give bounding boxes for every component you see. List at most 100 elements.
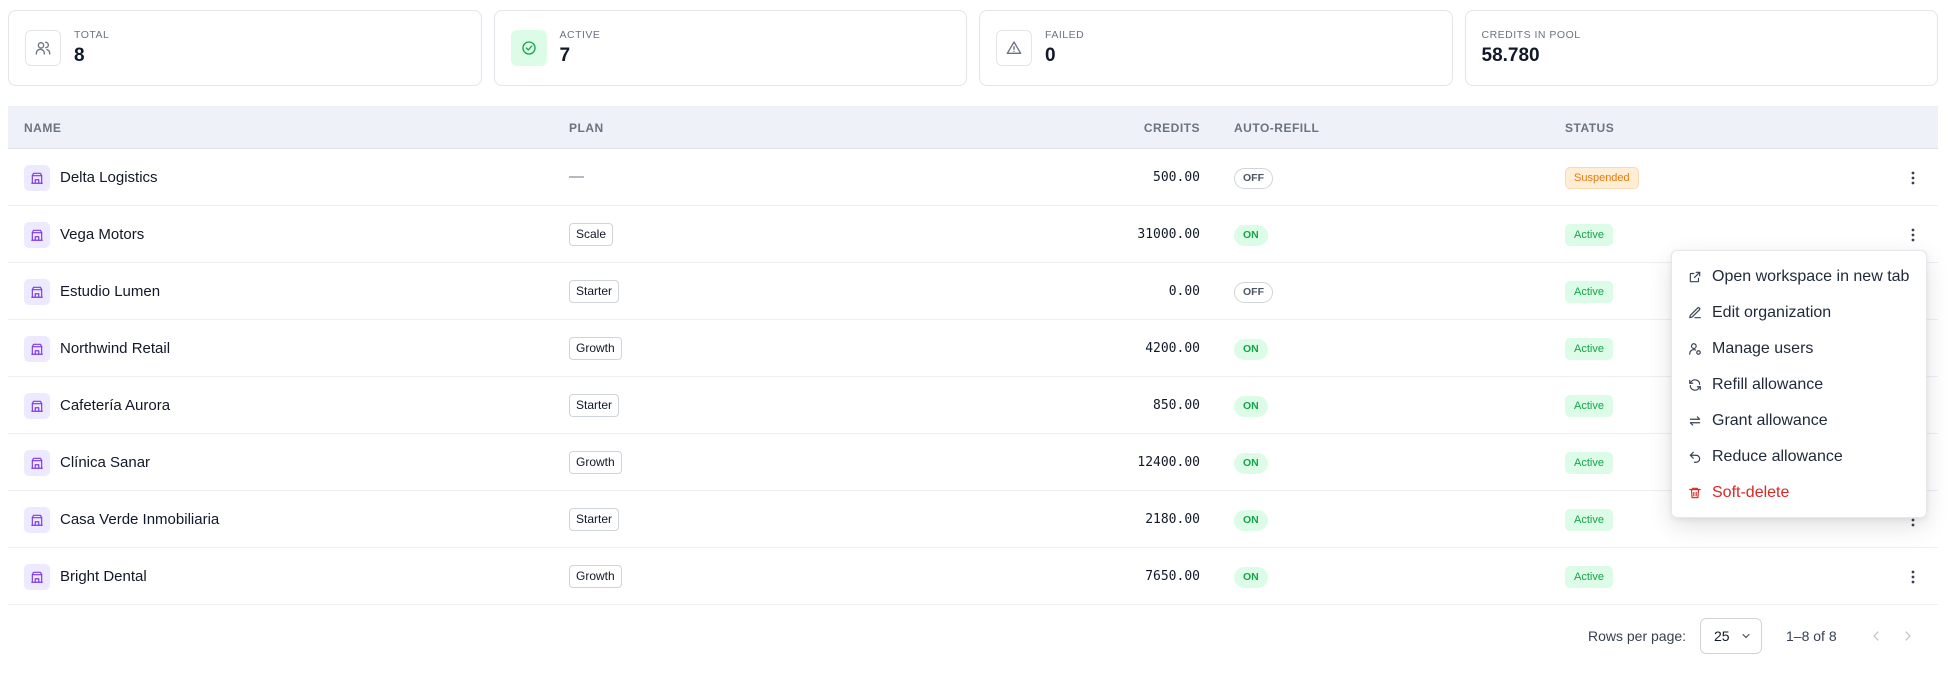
column-header-credits[interactable]: CREDITS bbox=[1144, 121, 1200, 135]
menu-item-refill-allowance[interactable]: Refill allowance bbox=[1672, 367, 1926, 403]
table-header: NAME PLAN CREDITS AUTO-REFILL STATUS bbox=[8, 106, 1938, 149]
menu-item-manage-users[interactable]: Manage users bbox=[1672, 331, 1926, 367]
table-row[interactable]: Estudio Lumen Starter 0.00 OFF Active bbox=[8, 263, 1938, 320]
external-link-icon bbox=[1689, 271, 1701, 283]
stat-value: 58.780 bbox=[1481, 45, 1540, 66]
auto-refill-badge: OFF bbox=[1234, 282, 1273, 303]
organizations-table: NAME PLAN CREDITS AUTO-REFILL STATUS Del… bbox=[8, 106, 1938, 605]
status-badge: Active bbox=[1565, 452, 1613, 474]
org-name[interactable]: Estudio Lumen bbox=[60, 283, 160, 300]
status-badge: Active bbox=[1565, 281, 1613, 303]
plan-badge: Starter bbox=[569, 508, 620, 531]
check-circle-icon bbox=[510, 30, 547, 66]
plan-badge: Growth bbox=[569, 337, 622, 360]
status-badge: Active bbox=[1565, 338, 1613, 360]
table-row[interactable]: Bright Dental Growth 7650.00 ON Active bbox=[8, 548, 1938, 605]
rows-per-page-label: Rows per page: bbox=[1588, 628, 1687, 644]
credits-value: 2180.00 bbox=[1145, 512, 1200, 527]
stat-value: 0 bbox=[1045, 45, 1056, 66]
building-icon bbox=[24, 564, 50, 590]
plan-badge: Starter bbox=[569, 280, 620, 303]
plan-badge: Growth bbox=[569, 451, 622, 474]
edit-icon bbox=[1689, 307, 1701, 319]
menu-item-open-workspace[interactable]: Open workspace in new tab bbox=[1672, 259, 1926, 295]
auto-refill-badge: ON bbox=[1234, 567, 1268, 588]
stat-card-total: TOTAL 8 bbox=[8, 10, 482, 86]
chevron-left-icon[interactable] bbox=[1868, 628, 1884, 644]
rows-per-page-select[interactable]: 25 bbox=[1700, 618, 1762, 654]
org-name[interactable]: Delta Logistics bbox=[60, 169, 158, 186]
menu-item-label: Open workspace in new tab bbox=[1712, 268, 1910, 285]
menu-item-label: Refill allowance bbox=[1712, 376, 1824, 393]
column-header-name[interactable]: NAME bbox=[24, 121, 61, 135]
auto-refill-badge: OFF bbox=[1234, 168, 1273, 189]
auto-refill-badge: ON bbox=[1234, 396, 1268, 417]
building-icon bbox=[24, 165, 50, 191]
chevron-down-icon bbox=[1742, 634, 1750, 639]
building-icon bbox=[24, 336, 50, 362]
building-icon bbox=[24, 279, 50, 305]
org-name[interactable]: Clínica Sanar bbox=[60, 454, 150, 471]
plan-badge: Starter bbox=[569, 394, 620, 417]
column-header-status[interactable]: STATUS bbox=[1565, 121, 1614, 135]
menu-item-label: Reduce allowance bbox=[1712, 448, 1843, 465]
rows-per-page-value: 25 bbox=[1714, 628, 1730, 644]
page-range: 1–8 of 8 bbox=[1786, 628, 1837, 644]
credits-value: 7650.00 bbox=[1145, 569, 1200, 584]
credits-value: 31000.00 bbox=[1137, 227, 1200, 242]
chevron-right-icon[interactable] bbox=[1900, 628, 1916, 644]
org-name[interactable]: Cafetería Aurora bbox=[60, 397, 170, 414]
table-row[interactable]: Delta Logistics — 500.00 OFF Suspended bbox=[8, 149, 1938, 206]
stat-label: CREDITS IN POOL bbox=[1481, 29, 1581, 41]
table-body: Delta Logistics — 500.00 OFF Suspended Vega M… bbox=[8, 149, 1938, 605]
stat-label: TOTAL bbox=[74, 29, 110, 41]
table-row[interactable]: Northwind Retail Growth 4200.00 ON Active bbox=[8, 320, 1938, 377]
org-name[interactable]: Bright Dental bbox=[60, 568, 147, 585]
plan-empty: — bbox=[569, 168, 584, 185]
table-row[interactable]: Cafetería Aurora Starter 850.00 ON Active bbox=[8, 377, 1938, 434]
status-badge: Active bbox=[1565, 566, 1613, 588]
org-name[interactable]: Casa Verde Inmobiliaria bbox=[60, 511, 219, 528]
menu-item-soft-delete[interactable]: Soft-delete bbox=[1672, 475, 1926, 511]
credits-value: 12400.00 bbox=[1137, 455, 1200, 470]
pagination-bar: Rows per page: 25 1–8 of 8 bbox=[0, 616, 1948, 656]
refresh-icon bbox=[1689, 379, 1701, 391]
org-name[interactable]: Northwind Retail bbox=[60, 340, 170, 357]
menu-item-label: Edit organization bbox=[1712, 304, 1832, 321]
status-badge: Active bbox=[1565, 395, 1613, 417]
status-badge: Active bbox=[1565, 224, 1613, 246]
status-badge: Suspended bbox=[1565, 167, 1639, 189]
building-icon bbox=[24, 393, 50, 419]
plan-badge: Scale bbox=[569, 223, 614, 246]
table-row[interactable]: Casa Verde Inmobiliaria Starter 2180.00 ON A… bbox=[8, 491, 1938, 548]
plan-badge: Growth bbox=[569, 565, 622, 588]
table-row[interactable]: Clínica Sanar Growth 12400.00 ON Active bbox=[8, 434, 1938, 491]
menu-item-grant-allowance[interactable]: Grant allowance bbox=[1672, 403, 1926, 439]
undo-icon bbox=[1689, 451, 1701, 463]
menu-item-label: Grant allowance bbox=[1712, 412, 1828, 429]
trash-icon bbox=[1689, 487, 1701, 499]
org-name[interactable]: Vega Motors bbox=[60, 226, 144, 243]
menu-item-label: Manage users bbox=[1712, 340, 1814, 357]
menu-item-edit-organization[interactable]: Edit organization bbox=[1672, 295, 1926, 331]
credits-value: 4200.00 bbox=[1145, 341, 1200, 356]
more-vertical-icon[interactable] bbox=[1904, 168, 1922, 188]
table-row[interactable]: Vega Motors Scale 31000.00 ON Active bbox=[8, 206, 1938, 263]
credits-value: 0.00 bbox=[1168, 284, 1200, 299]
building-icon bbox=[24, 507, 50, 533]
column-header-auto-refill[interactable]: AUTO-REFILL bbox=[1234, 121, 1319, 135]
users-icon bbox=[25, 30, 61, 66]
row-actions-menu: Open workspace in new tab Edit organizat… bbox=[1671, 250, 1927, 518]
more-vertical-icon[interactable] bbox=[1904, 225, 1922, 245]
transfer-icon bbox=[1689, 416, 1701, 426]
stat-card-credits-pool: CREDITS IN POOL 58.780 bbox=[1464, 10, 1938, 86]
building-icon bbox=[24, 222, 50, 248]
stat-label: ACTIVE bbox=[559, 29, 601, 41]
stat-value: 7 bbox=[559, 45, 571, 66]
auto-refill-badge: ON bbox=[1234, 510, 1268, 531]
more-vertical-icon[interactable] bbox=[1904, 567, 1922, 587]
auto-refill-badge: ON bbox=[1234, 339, 1268, 360]
column-header-plan[interactable]: PLAN bbox=[569, 121, 604, 135]
menu-item-reduce-allowance[interactable]: Reduce allowance bbox=[1672, 439, 1926, 475]
building-icon bbox=[24, 450, 50, 476]
